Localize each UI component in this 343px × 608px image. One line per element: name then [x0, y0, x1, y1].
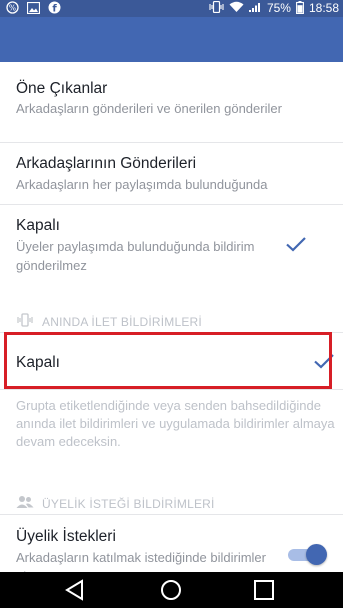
wifi-icon — [229, 1, 244, 16]
option-highlights-title: Öne Çıkanlar — [16, 80, 108, 97]
option-highlights[interactable]: Öne Çıkanlar Arkadaşların gönderileri ve… — [0, 62, 343, 142]
status-bar: % f 75% 18:58 — [0, 0, 343, 17]
membership-requests-subtitle: Arkadaşların katılmak istediğinde bildir… — [16, 550, 266, 572]
option-highlights-subtitle: Arkadaşların gönderileri ve önerilen gön… — [16, 101, 282, 116]
people-icon — [16, 496, 34, 508]
membership-requests-toggle[interactable] — [288, 544, 327, 565]
settings-list[interactable]: Öne Çıkanlar Arkadaşların gönderileri ve… — [0, 62, 343, 572]
battery-icon — [296, 0, 304, 17]
phone-vibrate-icon — [17, 313, 33, 327]
option-off-subtitle: Üyeler paylaşımda bulunduğunda bildirim … — [16, 239, 255, 273]
option-friends-posts-title: Arkadaşlarının Gönderileri — [16, 155, 197, 172]
option-off-title: Kapalı — [16, 217, 60, 234]
recents-icon[interactable] — [251, 578, 277, 602]
clock: 18:58 — [308, 1, 339, 15]
system-status: 75% 18:58 — [209, 0, 339, 17]
back-icon[interactable] — [62, 578, 88, 602]
highlight-box — [4, 332, 332, 389]
divider — [0, 389, 343, 390]
membership-requests-title: Üyelik İstekleri — [16, 528, 116, 545]
battery-percent: 75% — [266, 1, 291, 15]
svg-text:%: % — [9, 3, 16, 12]
app-bar — [0, 17, 343, 62]
signal-icon — [248, 1, 262, 16]
facebook-notification-icon: f — [48, 1, 61, 17]
push-section-title: ANINDA İLET BİLDİRİMLERİ — [42, 315, 202, 329]
toggle-knob — [306, 544, 327, 565]
notification-icons: % f — [6, 1, 61, 17]
screen: % f 75% 18:58 Öne Çıkanlar Arkadaşların … — [0, 0, 343, 608]
membership-section-title: ÜYELİK İSTEĞİ BİLDİRİMLERİ — [42, 497, 215, 511]
vibrate-icon — [209, 0, 224, 16]
option-friends-posts[interactable]: Arkadaşlarının Gönderileri Arkadaşların … — [0, 143, 343, 205]
image-notification-icon — [26, 1, 41, 17]
svg-text:f: f — [52, 4, 57, 15]
option-off[interactable]: Kapalı Üyeler paylaşımda bulunduğunda bi… — [0, 205, 343, 280]
checkmark-icon — [286, 237, 306, 252]
option-friends-posts-subtitle: Arkadaşların her paylaşımda bulunduğunda — [16, 177, 268, 192]
home-icon[interactable] — [158, 578, 184, 602]
push-section-header: ANINDA İLET BİLDİRİMLERİ — [0, 310, 343, 332]
push-help-text: Grupta etiketlendiğinde veya senden bahs… — [16, 398, 335, 449]
membership-section-header: ÜYELİK İSTEĞİ BİLDİRİMLERİ — [0, 492, 343, 514]
section-spacer — [0, 280, 343, 310]
navigation-bar — [0, 572, 343, 608]
percent-notification-icon: % — [6, 1, 19, 17]
